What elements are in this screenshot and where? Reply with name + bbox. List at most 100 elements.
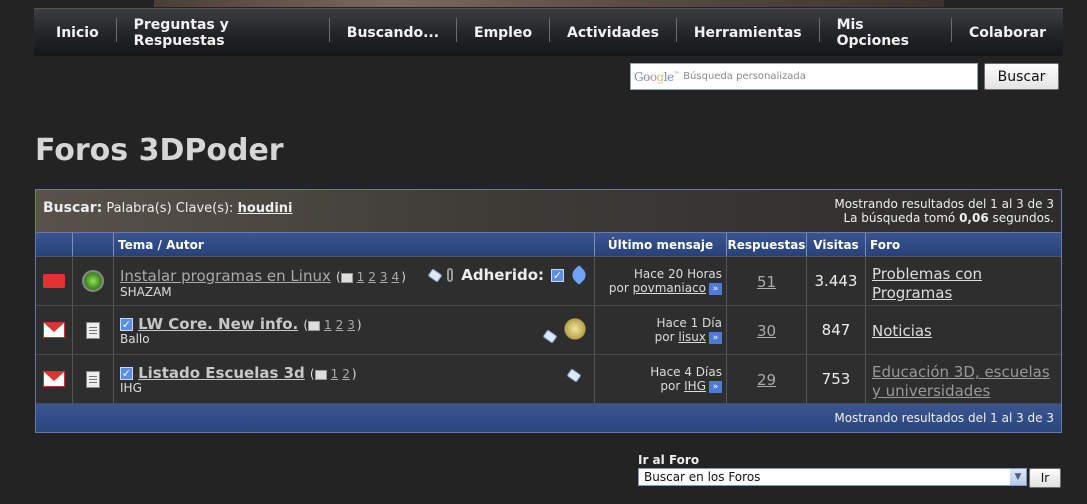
topic-title-link[interactable]: LW Core. New info.	[138, 315, 298, 333]
last-post-user-link[interactable]: povmaniaco	[633, 281, 706, 295]
table-row: Instalar programas en Linux (1 2 3 4) SHAZA…	[36, 257, 1061, 306]
forum-cell: Problemas con Programas	[866, 257, 1061, 305]
envelope-icon	[43, 371, 65, 387]
page-link[interactable]: 1	[324, 318, 332, 332]
page-link[interactable]: 2	[342, 367, 350, 381]
forum-cell: Educación 3D, escuelas y universidades	[866, 355, 1061, 403]
topic-title-link[interactable]: Listado Escuelas 3d	[138, 364, 305, 382]
nav-preguntas-respuestas[interactable]: Preguntas y Respuestas	[117, 12, 329, 54]
last-post-by: por IHG»	[595, 379, 722, 393]
custom-search-input[interactable]: Google™ Búsqueda personalizada	[630, 63, 978, 90]
page-link[interactable]: 1	[331, 367, 339, 381]
replies-count-link[interactable]: 51	[757, 273, 776, 291]
tag-icon	[542, 328, 558, 344]
forum-jump-select[interactable]: Buscar en los Foros ▼	[638, 468, 1027, 486]
col-status	[36, 233, 73, 256]
topic-author: SHAZAM	[120, 285, 172, 299]
forum-link[interactable]: Noticias	[872, 322, 932, 340]
icon-cell	[73, 306, 114, 354]
search-time: La búsqueda tomó 0,06 segundos.	[843, 211, 1054, 225]
topic-author: IHG	[120, 381, 142, 395]
replies-cell: 30	[727, 306, 807, 354]
red-flag-icon	[43, 274, 65, 288]
icon-cell	[73, 257, 114, 305]
topic-pages: (1 2 3)	[303, 318, 362, 332]
page-link[interactable]: 3	[380, 270, 388, 284]
checkmark-icon: ✓	[120, 367, 133, 380]
forum-jump-selected: Buscar en los Foros	[644, 470, 761, 484]
chevron-down-icon[interactable]: ▼	[1010, 469, 1026, 485]
results-header: Buscar: Palabra(s) Clave(s): houdini Mos…	[36, 190, 1061, 233]
main-navbar: Inicio Preguntas y Respuestas Buscando..…	[34, 8, 1063, 56]
replies-cell: 51	[727, 257, 807, 305]
topic-title-link[interactable]: Instalar programas en Linux	[120, 267, 331, 285]
results-count: Mostrando resultados del 1 al 3 de 3	[834, 197, 1054, 211]
results-footer: Mostrando resultados del 1 al 3 de 3	[36, 404, 1061, 432]
search-label: Buscar:	[43, 200, 103, 216]
page-link[interactable]: 2	[368, 270, 376, 284]
last-post-time: Hace 20 Horas	[633, 267, 722, 281]
last-post-by: por povmaniaco»	[595, 281, 722, 295]
last-post-cell: Hace 4 Días por IHG»	[595, 355, 727, 403]
forum-jump-button[interactable]: Ir	[1029, 468, 1061, 488]
multipage-icon	[308, 320, 320, 331]
go-to-last-post-icon[interactable]: »	[709, 380, 722, 393]
search-button[interactable]: Buscar	[984, 63, 1059, 90]
col-forum[interactable]: Foro	[866, 233, 1061, 256]
topic-cell: Instalar programas en Linux (1 2 3 4) SHAZA…	[114, 257, 595, 305]
multipage-icon	[340, 272, 353, 283]
google-logo: Google™	[634, 69, 680, 84]
nav-buscando[interactable]: Buscando...	[330, 12, 456, 54]
go-to-last-post-icon[interactable]: »	[709, 331, 722, 344]
page-link[interactable]: 3	[347, 318, 355, 332]
views-count: 753	[821, 370, 851, 388]
nav-inicio[interactable]: Inicio	[39, 12, 116, 54]
sticky-label: Adherido:	[461, 266, 544, 284]
nav-herramientas[interactable]: Herramientas	[677, 12, 819, 54]
attachment-icon	[447, 268, 454, 282]
nav-actividades[interactable]: Actividades	[550, 12, 676, 54]
nav-mis-opciones[interactable]: Mis Opciones	[820, 12, 951, 54]
checkmark-icon: ✓	[551, 268, 564, 282]
last-post-user-link[interactable]: IHG	[684, 379, 706, 393]
keyword-label: Palabra(s) Clave(s):	[106, 201, 234, 216]
last-post-cell: Hace 20 Horas por povmaniaco»	[595, 257, 727, 305]
document-icon	[86, 370, 100, 388]
col-views[interactable]: Visitas	[807, 233, 866, 256]
last-post-user-link[interactable]: lisux	[678, 330, 706, 344]
table-row: ✓ LW Core. New info. (1 2 3) Ballo Hace 1 …	[36, 306, 1061, 355]
status-cell	[36, 355, 73, 403]
col-replies[interactable]: Respuestas	[727, 233, 807, 256]
green-arrow-icon	[82, 270, 104, 292]
icon-cell	[73, 355, 114, 403]
go-to-last-post-icon[interactable]: »	[709, 282, 722, 295]
replies-count-link[interactable]: 30	[757, 322, 776, 340]
tag-icon	[427, 267, 443, 283]
forum-link[interactable]: Problemas con Programas	[872, 265, 982, 302]
page-link[interactable]: 2	[336, 318, 344, 332]
search-placeholder: Búsqueda personalizada	[683, 71, 806, 82]
topic-pages: (1 2)	[309, 367, 357, 381]
last-post-time: Hace 1 Día	[656, 316, 722, 330]
views-count: 847	[821, 321, 851, 339]
forum-link[interactable]: Educación 3D, escuelas y universidades	[872, 363, 1050, 400]
results-column-header: Tema / Autor Último mensaje Respuestas V…	[36, 233, 1061, 257]
status-cell	[36, 257, 73, 305]
keyword-link[interactable]: houdini	[238, 201, 293, 216]
views-cell: 3.443	[807, 257, 866, 305]
multipage-icon	[314, 369, 327, 380]
page-link[interactable]: 1	[357, 270, 365, 284]
table-row: ✓ Listado Escuelas 3d (1 2) IHG Hace 4 Dí…	[36, 355, 1061, 404]
page-link[interactable]: 4	[392, 270, 400, 284]
nav-empleo[interactable]: Empleo	[457, 12, 549, 54]
nav-colaborar[interactable]: Colaborar	[952, 12, 1063, 54]
col-topic[interactable]: Tema / Autor	[114, 233, 595, 256]
topic-cell: ✓ LW Core. New info. (1 2 3) Ballo	[114, 306, 595, 354]
col-icon	[73, 233, 114, 256]
views-count: 3.443	[814, 272, 858, 290]
document-icon	[86, 321, 100, 339]
topic-author: Ballo	[120, 332, 150, 346]
topic-cell: ✓ Listado Escuelas 3d (1 2) IHG	[114, 355, 595, 403]
col-last-post[interactable]: Último mensaje	[595, 233, 727, 256]
replies-count-link[interactable]: 29	[757, 371, 776, 389]
